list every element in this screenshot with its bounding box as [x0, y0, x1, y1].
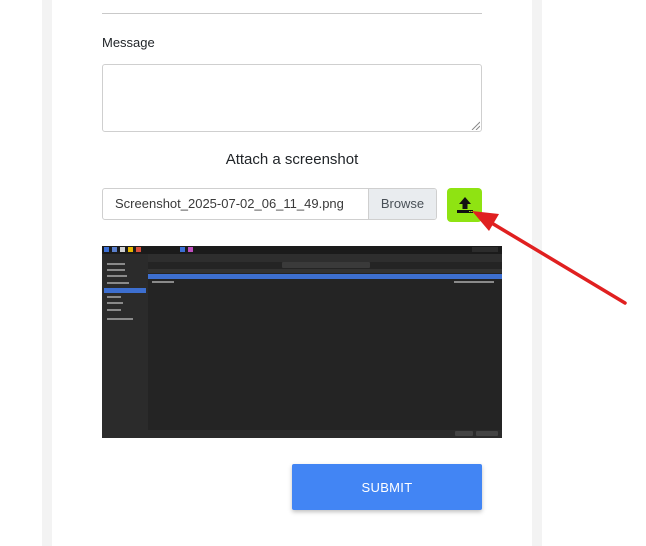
upload-button[interactable] — [447, 188, 482, 222]
page-left-band — [42, 0, 52, 546]
upload-icon — [456, 197, 473, 213]
message-textarea[interactable] — [102, 64, 482, 132]
message-label: Message — [102, 35, 155, 50]
file-name-display: Screenshot_2025-07-02_06_11_49.png — [115, 196, 344, 211]
attach-screenshot-title: Attach a screenshot — [225, 151, 359, 168]
resize-grip-icon[interactable] — [470, 120, 480, 130]
previous-field-underline — [102, 13, 482, 14]
screenshot-preview — [102, 246, 502, 438]
preview-image — [102, 246, 502, 438]
page-right-band — [532, 0, 542, 546]
submit-button[interactable]: SUBMIT — [292, 464, 482, 510]
browse-button[interactable]: Browse — [368, 189, 436, 219]
file-input[interactable]: Screenshot_2025-07-02_06_11_49.png Brows… — [102, 188, 437, 220]
